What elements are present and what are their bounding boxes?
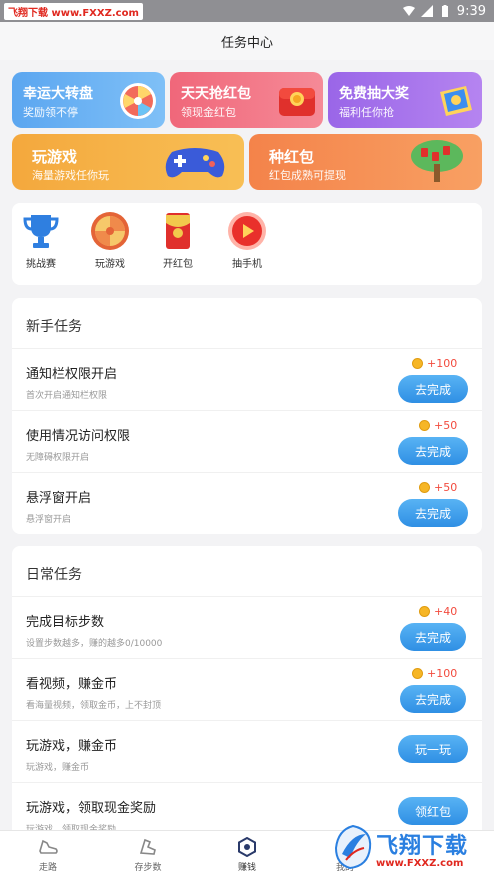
task-title: 玩游戏，赚金币 — [26, 739, 118, 754]
ticket-icon — [440, 86, 472, 116]
complete-button[interactable]: 去完成 — [398, 499, 468, 527]
banner-subtitle: 红包成熟可提现 — [269, 169, 346, 182]
wifi-icon — [402, 6, 415, 16]
task-desc: 玩游戏，赚金币 — [26, 763, 90, 773]
task-title: 看视频，赚金币 — [26, 677, 118, 692]
watermark-logo: 飞翔下载 www.FXXZ.com — [328, 820, 488, 878]
task-desc: 首次开启通知栏权限 — [26, 391, 108, 401]
wheel-icon — [91, 212, 129, 250]
section-title: 日常任务 — [26, 567, 82, 583]
banner-title: 免费抽大奖 — [339, 86, 409, 102]
watermark-badge: 飞翔下载 www.FXXZ.com — [4, 2, 143, 20]
shoe-icon — [39, 839, 58, 854]
newbie-tasks-section: 新手任务 通知栏权限开启 首次开启通知栏权限 +100 去完成 使用情况访问权限… — [12, 298, 482, 534]
banner-subtitle: 福利任你抢 — [339, 106, 394, 119]
complete-button[interactable]: 去完成 — [400, 623, 466, 651]
task-title: 完成目标步数 — [26, 615, 105, 630]
banner-red-packet[interactable]: 天天抢红包 领现金红包 — [170, 72, 323, 128]
quick-play-game[interactable]: 玩游戏 — [84, 211, 136, 270]
coin-icon — [419, 606, 430, 617]
coin-icon — [419, 420, 430, 431]
task-title: 悬浮窗开启 — [26, 491, 92, 506]
nav-earn[interactable]: 赚钱 — [217, 837, 277, 873]
complete-button[interactable]: 去完成 — [398, 375, 468, 403]
coin-icon — [412, 358, 423, 369]
task-title: 玩游戏，领取现金奖励 — [26, 801, 157, 816]
banner-title: 玩游戏 — [32, 148, 78, 166]
nav-save-steps[interactable]: 存步数 — [118, 837, 178, 873]
reward-value: +100 — [427, 357, 458, 370]
nav-label: 赚钱 — [237, 863, 256, 873]
complete-button[interactable]: 去完成 — [400, 685, 466, 713]
task-row: 完成目标步数 设置步数越多，赚的越多0/10000 +40 去完成 — [12, 596, 482, 658]
task-row: 通知栏权限开启 首次开启通知栏权限 +100 去完成 — [12, 348, 482, 410]
quick-label: 抽手机 — [232, 259, 262, 270]
task-reward: +100 — [412, 357, 457, 370]
reward-value: +50 — [434, 419, 458, 432]
quick-challenge[interactable]: 挑战赛 — [15, 211, 67, 270]
reward-value: +50 — [434, 481, 458, 494]
trophy-icon — [23, 215, 59, 248]
banner-subtitle: 海量游戏任你玩 — [32, 169, 109, 182]
header-bar: 任务中心 — [0, 22, 494, 60]
banner-subtitle: 奖励领不停 — [23, 106, 78, 119]
daily-tasks-section: 日常任务 完成目标步数 设置步数越多，赚的越多0/10000 +40 去完成 看… — [12, 546, 482, 846]
nav-walk[interactable]: 走路 — [18, 837, 78, 873]
banner-lucky-wheel[interactable]: 幸运大转盘 奖励领不停 — [12, 72, 165, 128]
coin-icon — [412, 668, 423, 679]
footprint-icon — [139, 838, 156, 855]
coin-hex-icon — [238, 837, 256, 857]
complete-button[interactable]: 去完成 — [398, 437, 468, 465]
task-title: 通知栏权限开启 — [26, 367, 118, 382]
status-icons: 9:39 — [402, 3, 486, 19]
red-packet-icon — [166, 213, 190, 249]
wheel-icon — [120, 83, 156, 119]
task-reward: +100 — [412, 667, 457, 680]
page-title: 任务中心 — [220, 35, 273, 51]
quick-label: 挑战赛 — [26, 259, 56, 270]
task-reward: +50 — [419, 419, 457, 432]
play-button[interactable]: 玩一玩 — [398, 735, 468, 763]
section-title: 新手任务 — [26, 319, 82, 335]
task-row: 玩游戏，赚金币 玩游戏，赚金币 玩一玩 — [12, 720, 482, 782]
task-reward: +50 — [419, 481, 457, 494]
quick-open-red-packet[interactable]: 开红包 — [152, 211, 204, 270]
quick-draw-phone[interactable]: 抽手机 — [221, 211, 273, 270]
task-row: 悬浮窗开启 悬浮窗开启 +50 去完成 — [12, 472, 482, 534]
logo-icon — [334, 824, 372, 870]
play-circle-icon — [228, 212, 266, 250]
task-row: 使用情况访问权限 无障碍权限开启 +50 去完成 — [12, 410, 482, 472]
reward-value: +40 — [434, 605, 458, 618]
red-packet-icon — [279, 88, 315, 116]
reward-value: +100 — [427, 667, 458, 680]
task-row: 看视频，赚金币 看海量视频，领取金币，上不封顶 +100 去完成 — [12, 658, 482, 720]
banner-subtitle: 领现金红包 — [181, 106, 236, 119]
task-desc: 悬浮窗开启 — [26, 515, 72, 525]
nav-label: 走路 — [38, 863, 57, 873]
quick-entries: 挑战赛 玩游戏 开红包 抽手机 — [12, 203, 482, 285]
battery-icon — [441, 5, 448, 17]
banner-title: 种红包 — [269, 148, 315, 166]
signal-icon — [420, 5, 433, 17]
status-time: 9:39 — [456, 3, 486, 19]
nav-label: 存步数 — [134, 863, 162, 873]
coin-icon — [419, 482, 430, 493]
banner-plant-red-packet[interactable]: 种红包 红包成熟可提现 — [249, 134, 482, 190]
banner-title: 天天抢红包 — [181, 86, 251, 102]
task-reward: +40 — [419, 605, 457, 618]
quick-label: 开红包 — [163, 259, 193, 270]
task-desc: 看海量视频，领取金币，上不封顶 — [26, 701, 162, 711]
tree-icon — [411, 140, 463, 182]
task-desc: 设置步数越多，赚的越多0/10000 — [26, 639, 163, 649]
task-title: 使用情况访问权限 — [26, 429, 131, 444]
gamepad-icon — [165, 148, 225, 178]
banner-title: 幸运大转盘 — [23, 86, 93, 102]
status-bar: 飞翔下载 www.FXXZ.com 9:39 — [0, 0, 494, 22]
quick-label: 玩游戏 — [95, 259, 125, 270]
watermark-url: www.FXXZ.com — [376, 858, 464, 869]
banner-play-games[interactable]: 玩游戏 海量游戏任你玩 — [12, 134, 244, 190]
watermark-text: 飞翔下载 — [376, 834, 469, 859]
banner-lottery[interactable]: 免费抽大奖 福利任你抢 — [328, 72, 482, 128]
task-desc: 无障碍权限开启 — [26, 453, 90, 463]
